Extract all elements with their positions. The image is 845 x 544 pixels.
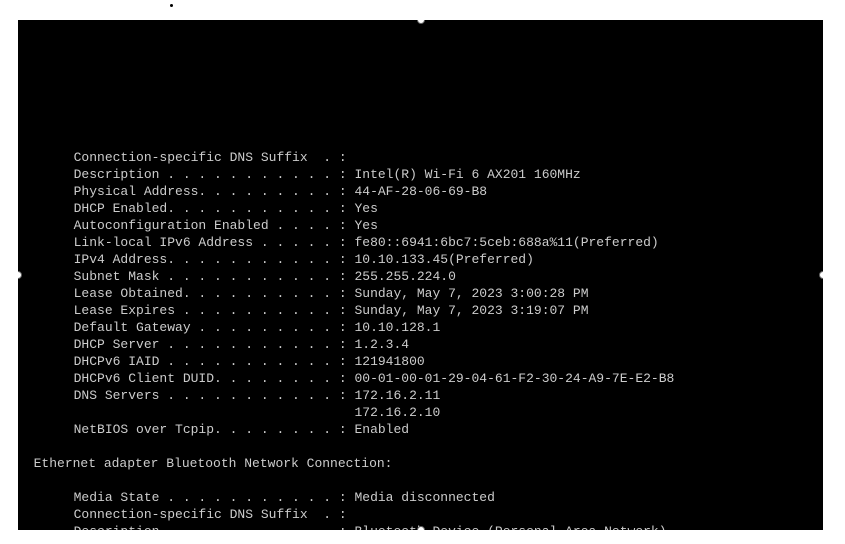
row-label: Media State . . . . . . . . . . . : (74, 490, 347, 505)
ipconfig-row: DHCPv6 Client DUID. . . . . . . . : 00-0… (34, 371, 675, 386)
row-label: NetBIOS over Tcpip. . . . . . . . : (74, 422, 347, 437)
row-label: Description . . . . . . . . . . . : (74, 167, 347, 182)
redacted-value (354, 152, 474, 164)
row-value: Media disconnected (354, 490, 494, 505)
row-value: Yes (354, 218, 377, 233)
row-label: Connection-specific DNS Suffix . : (74, 150, 347, 165)
ipconfig-row: DNS Servers . . . . . . . . . . . : 172.… (34, 388, 441, 403)
ipconfig-row: Description . . . . . . . . . . . : Blue… (34, 524, 667, 530)
dns-secondary-row: 172.16.2.10 (34, 405, 441, 420)
row-value: 10.10.128.1 (354, 320, 440, 335)
selection-handle-right[interactable] (819, 271, 823, 279)
ipconfig-row: Default Gateway . . . . . . . . . : 10.1… (34, 320, 441, 335)
row-label: DHCPv6 IAID . . . . . . . . . . . : (74, 354, 347, 369)
row-value: 44-AF-28-06-69-B8 (354, 184, 487, 199)
terminal-output: Connection-specific DNS Suffix . : Descr… (18, 20, 823, 530)
row-label: Lease Obtained. . . . . . . . . . : (74, 286, 347, 301)
selection-handle-left[interactable] (18, 271, 22, 279)
row-value: Sunday, May 7, 2023 3:19:07 PM (354, 303, 588, 318)
ipconfig-row: DHCP Enabled. . . . . . . . . . . : Yes (34, 201, 378, 216)
row-value: 121941800 (354, 354, 424, 369)
row-value: Enabled (354, 422, 409, 437)
row-label: Default Gateway . . . . . . . . . : (74, 320, 347, 335)
ipconfig-row: Subnet Mask . . . . . . . . . . . : 255.… (34, 269, 456, 284)
row-label: DNS Servers . . . . . . . . . . . : (74, 388, 347, 403)
ipconfig-row: Lease Expires . . . . . . . . . . : Sund… (34, 303, 589, 318)
ipconfig-row: DHCP Server . . . . . . . . . . . : 1.2.… (34, 337, 409, 352)
ipconfig-row: IPv4 Address. . . . . . . . . . . : 10.1… (34, 252, 534, 267)
ipconfig-row: Lease Obtained. . . . . . . . . . : Sund… (34, 286, 589, 301)
row-value: Intel(R) Wi-Fi 6 AX201 160MHz (354, 167, 580, 182)
ipconfig-row: Autoconfiguration Enabled . . . . : Yes (34, 218, 378, 233)
row-label: Link-local IPv6 Address . . . . . : (74, 235, 347, 250)
selection-handle-top[interactable] (417, 20, 425, 24)
stray-dot (170, 4, 173, 7)
ipconfig-row: Link-local IPv6 Address . . . . . : fe80… (34, 235, 659, 250)
row-label: Autoconfiguration Enabled . . . . : (74, 218, 347, 233)
ipconfig-row: Physical Address. . . . . . . . . : 44-A… (34, 184, 487, 199)
row-value: 172.16.2.11 (354, 388, 440, 403)
row-value: 1.2.3.4 (354, 337, 409, 352)
blank-line (34, 473, 82, 488)
row-value: Bluetooth Device (Personal Area Network) (354, 524, 666, 530)
row-label: IPv4 Address. . . . . . . . . . . : (74, 252, 347, 267)
row-value: 10.10.133.45(Preferred) (354, 252, 533, 267)
selection-handle-bottom[interactable] (417, 526, 425, 530)
row-label: DHCPv6 Client DUID. . . . . . . . : (74, 371, 347, 386)
ipconfig-row: Description . . . . . . . . . . . : Inte… (34, 167, 581, 182)
row-value: 255.255.224.0 (354, 269, 455, 284)
row-label: Description . . . . . . . . . . . : (74, 524, 347, 530)
blank-line (34, 439, 82, 454)
row-label: Subnet Mask . . . . . . . . . . . : (74, 269, 347, 284)
row-value: Sunday, May 7, 2023 3:00:28 PM (354, 286, 588, 301)
row-indent (74, 405, 355, 420)
row-value: fe80::6941:6bc7:5ceb:688a%11(Preferred) (354, 235, 658, 250)
ipconfig-row: Connection-specific DNS Suffix . : (34, 150, 475, 165)
row-label: Physical Address. . . . . . . . . : (74, 184, 347, 199)
row-value: 172.16.2.10 (354, 405, 440, 420)
row-label: DHCP Server . . . . . . . . . . . : (74, 337, 347, 352)
ipconfig-row: NetBIOS over Tcpip. . . . . . . . : Enab… (34, 422, 409, 437)
row-label: Connection-specific DNS Suffix . : (74, 507, 347, 522)
ipconfig-row: Media State . . . . . . . . . . . : Medi… (34, 490, 495, 505)
row-label: DHCP Enabled. . . . . . . . . . . : (74, 201, 347, 216)
adapter-section-header: Ethernet adapter Bluetooth Network Conne… (34, 456, 393, 471)
ipconfig-row: DHCPv6 IAID . . . . . . . . . . . : 1219… (34, 354, 425, 369)
row-value: Yes (354, 201, 377, 216)
row-value: 00-01-00-01-29-04-61-F2-30-24-A9-7E-E2-B… (354, 371, 674, 386)
row-label: Lease Expires . . . . . . . . . . : (74, 303, 347, 318)
ipconfig-row: Connection-specific DNS Suffix . : (34, 507, 355, 522)
